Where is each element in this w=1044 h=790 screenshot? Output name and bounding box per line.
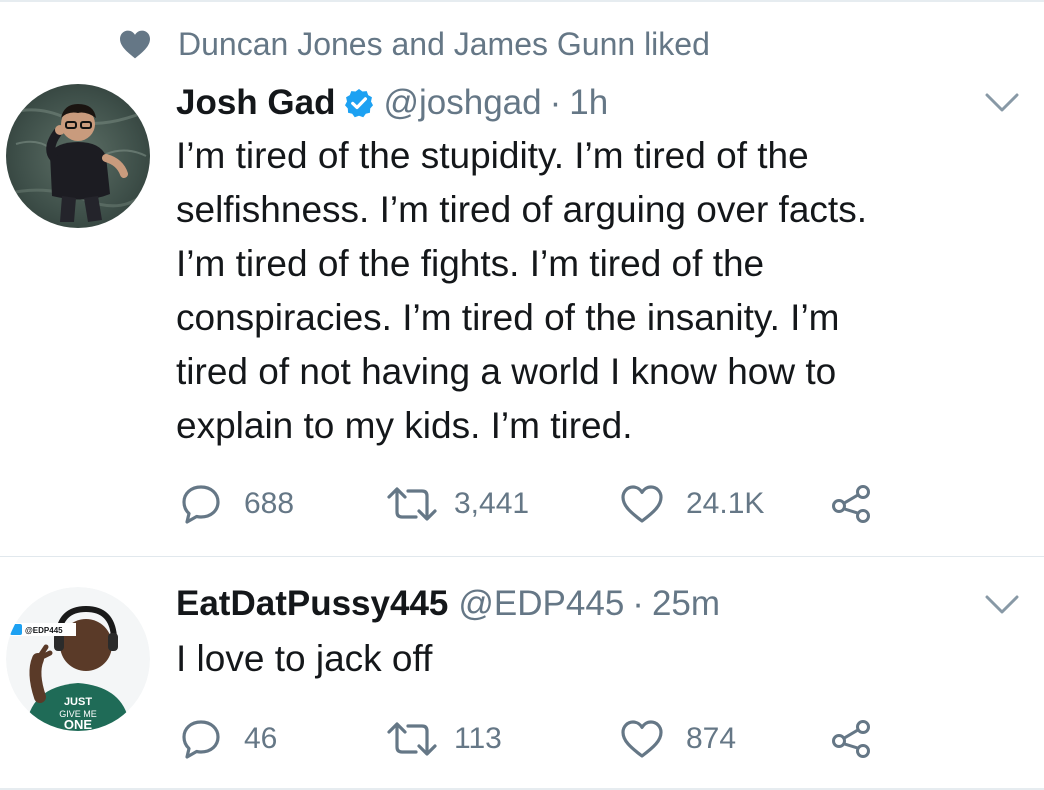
social-context-text: Duncan Jones and James Gunn liked (178, 25, 710, 62)
retweet-icon (387, 722, 437, 756)
tweet-text: I love to jack off (176, 638, 433, 679)
retweet-icon (387, 487, 437, 521)
reply-icon (182, 485, 220, 524)
author-name[interactable]: EatDatPussy445 (176, 584, 448, 624)
svg-text:JUST: JUST (64, 696, 92, 708)
reply-button[interactable]: 46 (180, 717, 277, 761)
tweet-header: EatDatPussy445 @EDP445 · 25m (176, 581, 720, 627)
reply-count: 46 (244, 722, 278, 755)
author-handle[interactable]: @joshgad (383, 83, 541, 123)
verified-badge-icon (345, 89, 374, 118)
like-count: 874 (686, 722, 737, 755)
retweet-count: 113 (454, 722, 502, 755)
chevron-down-icon[interactable] (984, 594, 1020, 616)
avatar[interactable] (6, 84, 150, 228)
reply-icon (182, 720, 220, 759)
tweet-actions: 46 113 874 (180, 717, 900, 761)
tweet-actions: 688 3,441 24.1K (180, 482, 900, 526)
share-button[interactable] (830, 482, 874, 526)
share-button[interactable] (830, 717, 874, 761)
separator-dot: · (632, 584, 644, 623)
author-handle[interactable]: @EDP445 (458, 584, 624, 624)
chevron-down-icon[interactable] (984, 92, 1020, 114)
timestamp[interactable]: 25m (652, 584, 720, 624)
share-icon (832, 485, 870, 523)
social-context: Duncan Jones and James Gunn liked (118, 24, 710, 64)
timestamp[interactable]: 1h (569, 83, 608, 123)
retweet-count: 3,441 (454, 487, 530, 520)
tweet-edp445[interactable]: JUST GIVE ME ONE @EDP445 EatDatPussy445 … (0, 557, 1044, 790)
avatar[interactable]: JUST GIVE ME ONE @EDP445 (6, 587, 150, 731)
tweet-header: Josh Gad @joshgad · 1h (176, 80, 608, 126)
share-icon (832, 720, 870, 758)
separator-dot: · (549, 83, 562, 122)
retweet-button[interactable]: 113 (386, 717, 502, 761)
reply-button[interactable]: 688 (180, 482, 294, 526)
retweet-button[interactable]: 3,441 (386, 482, 529, 526)
like-count: 24.1K (686, 487, 765, 520)
heart-outline-icon (621, 720, 663, 758)
heart-icon (120, 30, 150, 59)
tweet-josh-gad[interactable]: Duncan Jones and James Gunn liked Josh G… (0, 0, 1044, 556)
avatar-tag-text: @EDP445 (25, 626, 63, 635)
like-button[interactable]: 24.1K (620, 482, 764, 526)
heart-outline-icon (621, 485, 663, 523)
author-name[interactable]: Josh Gad (176, 83, 335, 123)
reply-count: 688 (244, 487, 295, 520)
like-button[interactable]: 874 (620, 717, 736, 761)
tweet-text: I’m tired of the stupidity. I’m tired of… (176, 135, 867, 446)
svg-text:ONE: ONE (64, 717, 93, 731)
